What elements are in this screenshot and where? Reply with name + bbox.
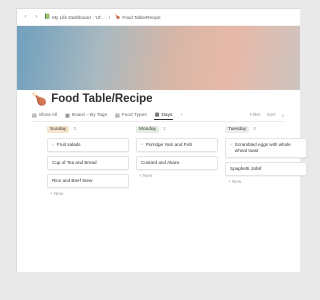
board-card[interactable]: ▫ Porridge Yam and Fish [136, 138, 218, 152]
board-card[interactable]: Spaghetti Jollof [225, 162, 307, 176]
page-cover [17, 26, 300, 90]
new-card-button[interactable]: + New [225, 179, 307, 184]
card-title: Porridge Yam and Fish [145, 142, 193, 147]
tab-days[interactable]: ▦ Days [153, 111, 174, 120]
board-card[interactable]: Cup of Tea and Bread [47, 156, 129, 170]
tab-label: Show All [38, 113, 58, 118]
drumstick-icon: 🍗 [114, 14, 121, 20]
board-card[interactable]: ▫ Fruit salads [47, 138, 129, 152]
page-icon: ▫ [141, 142, 143, 148]
breadcrumb-label: My Life Dashboard - 'Ul'... [52, 14, 105, 20]
column-count: 3 [73, 126, 76, 132]
breadcrumb-food-table[interactable]: 🍗 Food Table/Recipe [114, 14, 160, 20]
back-icon[interactable]: ‹ [22, 14, 29, 20]
tab-show-all[interactable]: ▤ Show All [31, 111, 58, 120]
board-column-monday: Monday 2 ▫ Porridge Yam and Fish Custard… [136, 124, 218, 178]
table-icon: ▤ [115, 112, 120, 119]
breadcrumb-separator: / [108, 14, 111, 20]
board-card[interactable]: Custard and Akara [136, 156, 218, 170]
board-icon: ▦ [65, 112, 70, 119]
column-tag[interactable]: Monday [136, 125, 160, 133]
page-icon: ▫ [230, 142, 232, 148]
table-icon: ▤ [32, 112, 37, 119]
column-header: Monday 2 [136, 124, 218, 134]
column-tag[interactable]: Sunday [47, 125, 70, 133]
card-title: Cup of Tea and Bread [52, 160, 97, 165]
page-icon: ▫ [52, 142, 54, 148]
card-title: Scrambled eggs with whole wheat toast [234, 142, 291, 153]
column-tag[interactable]: Tuesday [225, 125, 250, 133]
board-card[interactable]: ▫ Scrambled eggs with whole wheat toast [225, 138, 307, 158]
new-card-button[interactable]: + New [136, 173, 218, 178]
tab-label: Days [161, 112, 173, 118]
new-card-button[interactable]: + New [47, 191, 129, 196]
board-column-tuesday: Tuesday 2 ▫ Scrambled eggs with whole wh… [225, 124, 307, 184]
card-title: Fruit salads [56, 142, 81, 147]
card-title: Spaghetti Jollof [230, 166, 262, 171]
book-icon: 📗 [44, 14, 51, 20]
breadcrumb-dashboard[interactable]: 📗 My Life Dashboard - 'Ul'... [44, 14, 105, 20]
drumstick-icon[interactable]: 🍗 [31, 92, 47, 105]
page-header: 🍗 Food Table/Recipe [31, 92, 153, 105]
tab-food-types[interactable]: ▤ Food Types [114, 111, 148, 120]
search-icon[interactable]: ⌕ [281, 113, 284, 119]
page-title[interactable]: Food Table/Recipe [51, 93, 152, 105]
card-title: Custard and Akara [141, 160, 180, 165]
column-header: Sunday 3 [47, 124, 129, 134]
column-header: Tuesday 2 [225, 124, 307, 134]
forward-icon[interactable]: › [33, 14, 40, 20]
board-card[interactable]: Rice and Beef Stew [47, 174, 129, 188]
view-tabs: ▤ Show All ▦ Board – By Tags ▤ Food Type… [31, 110, 284, 121]
card-title: Rice and Beef Stew [52, 178, 93, 183]
column-count: 2 [253, 126, 256, 132]
column-count: 2 [163, 126, 166, 132]
sort-button[interactable]: Sort [267, 113, 276, 118]
board-icon: ▦ [154, 112, 160, 118]
tab-board-by-tags[interactable]: ▦ Board – By Tags [64, 111, 108, 120]
filter-button[interactable]: Filter [250, 113, 261, 118]
add-view-button[interactable]: + [179, 111, 184, 120]
board-column-sunday: Sunday 3 ▫ Fruit salads Cup of Tea and B… [47, 124, 129, 196]
tabs-divider [31, 121, 284, 122]
topbar: ‹ › 📗 My Life Dashboard - 'Ul'... / 🍗 Fo… [17, 9, 300, 26]
tab-label: Board – By Tags [71, 113, 107, 118]
breadcrumb-label: Food Table/Recipe [122, 14, 161, 20]
tab-label: Food Types [121, 113, 147, 118]
